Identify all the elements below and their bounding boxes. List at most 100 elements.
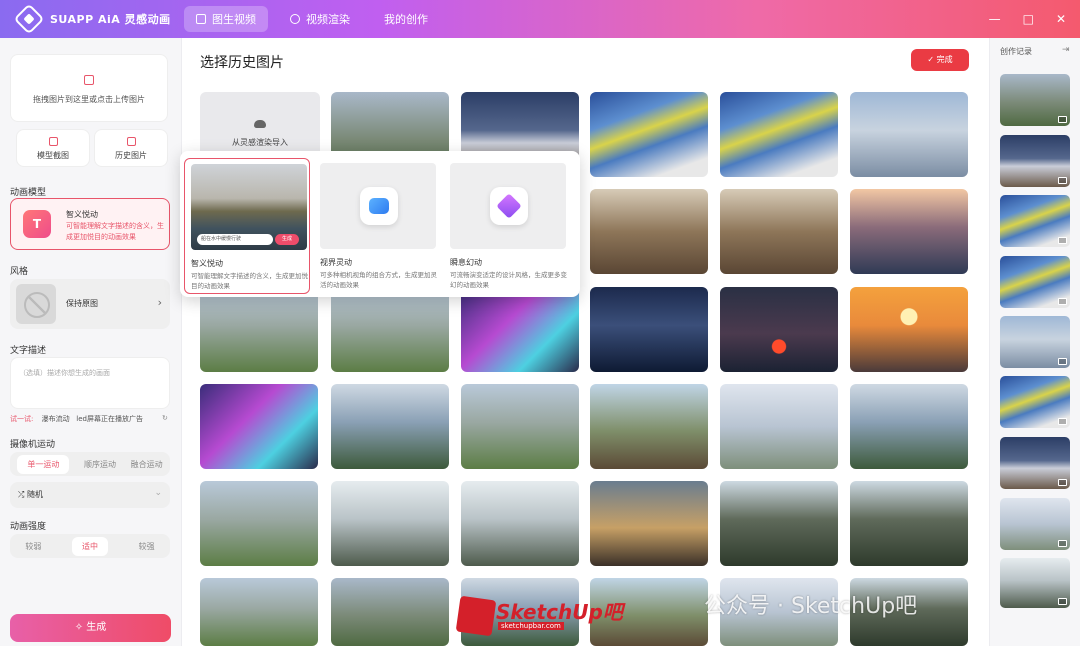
play-icon (290, 14, 300, 24)
style-value: 保持原图 (66, 299, 98, 308)
image-icon (1058, 237, 1067, 244)
sketchup-logo-icon (455, 595, 497, 637)
model-option-desc: 可流畅演变适定的设计风格，生成更多变幻的动画效果 (450, 271, 567, 289)
model-option-zhiyi[interactable]: 船在水中缓慢行驶 生成 智义悦动 可智能理解文字描述的含义，生成更加悦目的动画效… (184, 158, 310, 294)
history-record-item[interactable] (1000, 195, 1070, 247)
history-thumb[interactable] (590, 384, 708, 469)
window-controls: — □ ✕ (989, 0, 1066, 38)
anim-model-popover: 船在水中缓慢行驶 生成 智义悦动 可智能理解文字描述的含义，生成更加悦目的动画效… (180, 151, 580, 297)
check-icon: ✓ (927, 55, 935, 64)
history-record-item[interactable] (1000, 437, 1070, 489)
grid-icon (126, 137, 136, 146)
model-option-desc: 可多种相机视角的组合方式，生成更加灵活的动画效果 (320, 271, 437, 289)
intensity-weak[interactable]: 较弱 (25, 541, 41, 552)
history-record-item[interactable] (1000, 135, 1070, 187)
anim-model-card[interactable]: T 智义悦动 可智能理解文字描述的含义，生成更加悦目的动画效果 (10, 198, 170, 250)
history-thumb[interactable] (590, 92, 708, 177)
image-icon (196, 14, 206, 24)
tab-video-render[interactable]: 视频渲染 (278, 6, 362, 32)
close-button[interactable]: ✕ (1056, 12, 1066, 26)
history-thumb[interactable] (331, 287, 449, 372)
model-option-shunxi[interactable]: 瞬息幻动 可流畅演变适定的设计风格，生成更多变幻的动画效果 (444, 158, 570, 294)
history-thumb[interactable] (200, 481, 318, 566)
history-thumb[interactable] (720, 384, 838, 469)
history-thumb[interactable] (200, 578, 318, 646)
history-thumb[interactable] (590, 189, 708, 274)
history-thumb[interactable] (850, 189, 968, 274)
camera-option-single[interactable]: 单一运动 (17, 454, 70, 474)
image-icon (1058, 598, 1067, 605)
model-preview-image (450, 163, 566, 249)
history-thumb[interactable] (850, 384, 968, 469)
history-thumb[interactable] (720, 481, 838, 566)
sketchupbar-watermark-logo: SketchUp吧 sketchupbar.com (455, 594, 624, 638)
try-item[interactable]: 瀑布流动 (42, 415, 70, 423)
model-name: 智义悦动 (66, 210, 98, 219)
history-record-item[interactable] (1000, 376, 1070, 428)
history-thumb[interactable] (720, 189, 838, 274)
intensity-strong[interactable]: 较强 (139, 541, 155, 552)
history-thumb[interactable] (461, 481, 579, 566)
history-record-item[interactable] (1000, 74, 1070, 126)
model-option-shijie[interactable]: 视界灵动 可多种相机视角的组合方式，生成更加灵活的动画效果 (314, 158, 440, 294)
camera-option-blend[interactable]: 融合运动 (131, 459, 163, 470)
history-record-item[interactable] (1000, 256, 1070, 308)
generate-label: 生成 (86, 622, 107, 633)
intensity-segmented: 较弱 适中 较强 (10, 534, 170, 558)
image-icon (1058, 298, 1067, 305)
history-thumb[interactable] (200, 287, 318, 372)
try-item[interactable]: led屏幕正在播放广告 (76, 415, 143, 423)
tab-image-to-video[interactable]: 图生视频 (184, 6, 268, 32)
history-thumb[interactable] (590, 481, 708, 566)
history-thumb[interactable] (590, 287, 708, 372)
intensity-medium[interactable]: 适中 (71, 536, 108, 556)
history-thumb[interactable] (331, 578, 449, 646)
done-button[interactable]: ✓ 完成 (911, 49, 969, 71)
history-thumb[interactable] (200, 384, 318, 469)
history-thumb[interactable] (720, 92, 838, 177)
try-prefix: 试一试: (10, 415, 34, 423)
style-label: 风格 (10, 267, 29, 277)
main-nav: 图生视频 视频渲染 我的创作 (184, 6, 440, 102)
model-shot-button[interactable]: 模型截图 (16, 129, 90, 167)
history-record-item[interactable] (1000, 558, 1070, 608)
page-title: 选择历史图片 (200, 55, 284, 71)
tab-label: 我的创作 (384, 13, 428, 26)
app-header: SUAPP AiA 灵感动画 图生视频 视频渲染 我的创作 — □ ✕ (0, 0, 1080, 102)
style-selector[interactable]: 保持原图 › (10, 279, 170, 329)
app-logo: SUAPP AiA 灵感动画 (13, 3, 184, 35)
generate-button[interactable]: ✧ 生成 (10, 614, 171, 642)
history-record-item[interactable] (1000, 316, 1070, 368)
model-option-name: 智义悦动 (191, 259, 223, 268)
random-select[interactable]: ⤮ 随机 ⌄ (10, 482, 170, 508)
history-thumb[interactable] (331, 384, 449, 469)
history-images-button[interactable]: 历史图片 (94, 129, 168, 167)
import-label: 从灵感渲染导入 (232, 138, 288, 147)
cloud-upload-icon (254, 120, 266, 128)
history-thumb[interactable] (850, 92, 968, 177)
maximize-button[interactable]: □ (1023, 12, 1034, 26)
image-icon (1058, 418, 1067, 425)
camera-badge-icon (360, 187, 398, 225)
history-thumb[interactable] (850, 481, 968, 566)
model-tile-icon: T (23, 210, 51, 238)
refresh-icon[interactable]: ↻ (162, 414, 168, 422)
history-thumb[interactable] (720, 287, 838, 372)
left-panel: 拖拽图片到这里或点击上传图片 模型截图 历史图片 动画模型 T 智义悦动 可智能… (0, 38, 182, 646)
try-suggestions: 试一试: 瀑布流动 led屏幕正在播放广告 ↻ (10, 414, 168, 424)
history-thumb[interactable] (461, 287, 579, 372)
anim-model-label: 动画模型 (10, 188, 47, 198)
history-thumb[interactable] (850, 287, 968, 372)
upload-text: 拖拽图片到这里或点击上传图片 (33, 95, 145, 104)
upload-dropzone[interactable]: 拖拽图片到这里或点击上传图片 (10, 54, 168, 122)
history-thumb[interactable] (461, 384, 579, 469)
minimize-button[interactable]: — (989, 12, 1001, 26)
camera-option-sequence[interactable]: 顺序运动 (84, 459, 116, 470)
text-desc-input[interactable]: （选填）描述你想生成的画面 (10, 357, 170, 409)
image-icon (1058, 116, 1067, 123)
history-record-item[interactable] (1000, 498, 1070, 550)
sparkle-badge-icon (490, 187, 528, 225)
collapse-icon[interactable]: ⇥ (1062, 45, 1070, 55)
tab-my-creations[interactable]: 我的创作 (200, 6, 440, 102)
history-thumb[interactable] (331, 481, 449, 566)
